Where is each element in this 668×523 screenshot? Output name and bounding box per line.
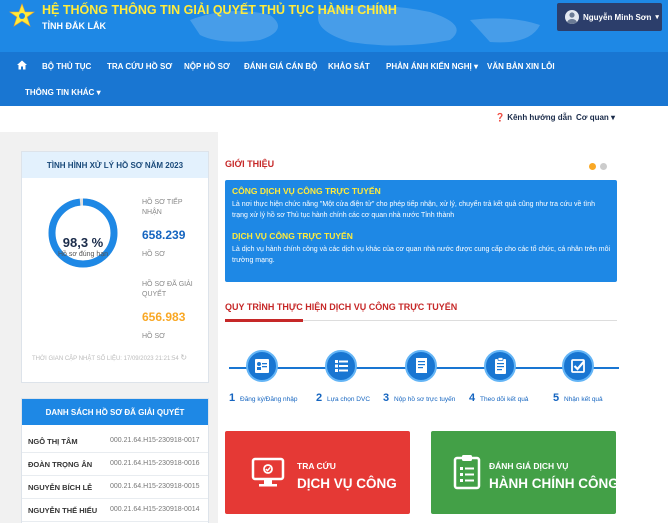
nav-item-feedback-label: PHẢN ÁNH KIẾN NGHỊ — [386, 62, 472, 71]
ontime-label: Hồ sơ đúng hạn — [57, 251, 109, 258]
id-card-icon — [255, 359, 269, 373]
divider-accent — [225, 319, 303, 322]
user-name: Nguyễn Minh Sơn — [583, 12, 652, 22]
list-item-code: 000.21.64.H15-230918-0016 — [110, 460, 200, 467]
lookup-service-small: TRA CỨU — [297, 461, 336, 471]
received-label: HỒ SƠ TIẾP NHẬN — [142, 198, 183, 218]
site-title: HỆ THỐNG THÔNG TIN GIẢI QUYẾT THỦ TỤC HÀ… — [42, 3, 397, 17]
intro-box-text-1: Là nơi thực hiện chức năng "Một cửa điện… — [232, 201, 596, 219]
document-icon — [416, 358, 427, 373]
step-4-label: Theo dõi kết quả — [480, 396, 529, 403]
chevron-down-icon: ▾ — [611, 113, 616, 122]
step-2-number: 2 — [316, 392, 323, 404]
chevron-down-icon: ▾ — [655, 14, 659, 21]
list-item-code: 000.21.64.H15-230918-0014 — [110, 506, 200, 513]
site-header: HỆ THỐNG THÔNG TIN GIẢI QUYẾT THỦ TỤC HÀ… — [0, 0, 668, 52]
step-2-circle — [325, 350, 357, 382]
received-unit: HỒ SƠ — [142, 251, 166, 258]
list-item-name: NGUYỄN BÍCH LỄ — [28, 483, 93, 492]
intro-box-title-2: DỊCH VỤ CÔNG TRỰC TUYẾN — [232, 231, 353, 241]
step-5-label: Nhận kết quả — [564, 396, 603, 403]
ontime-gauge — [48, 198, 118, 268]
resolved-list-title: DANH SÁCH HỒ SƠ ĐÃ GIẢI QUYẾT — [22, 399, 208, 425]
guide-label: Kênh hướng dẫn — [507, 113, 573, 122]
clipboard-icon — [495, 357, 506, 374]
list-item-code: 000.21.64.H15-230918-0015 — [110, 483, 200, 490]
rate-service-button[interactable]: ĐÁNH GIÁ DỊCH VỤ HÀNH CHÍNH CÔNG — [431, 431, 616, 514]
list-item[interactable]: NGÔ THỊ TÂM 000.21.64.H15-230918-0017 — [22, 430, 208, 453]
monitor-icon — [251, 457, 285, 487]
step-5-number: 5 — [553, 392, 560, 404]
step-2-label: Lựa chọn DVC — [327, 396, 371, 403]
agency-dropdown[interactable]: Cơ quan ▾ — [576, 113, 615, 122]
resolved-label-line2: QUYẾT — [142, 291, 167, 298]
carousel-dot[interactable] — [600, 163, 607, 170]
question-icon: ❓ — [495, 113, 505, 122]
home-icon[interactable] — [17, 60, 27, 70]
ontime-percent: 98,3 % — [62, 235, 104, 250]
chevron-down-icon: ▾ — [96, 88, 101, 97]
resolved-label: HỒ SƠ ĐÃ GIẢI QUYẾT — [142, 280, 193, 300]
site-subtitle: TỈNH ĐẮK LẮK — [42, 21, 106, 31]
nav-item-other-info[interactable]: THÔNG TIN KHÁC ▾ — [25, 88, 101, 97]
step-3-number: 3 — [383, 392, 390, 404]
list-icon — [335, 360, 348, 372]
lookup-service-button[interactable]: TRA CỨU DỊCH VỤ CÔNG — [225, 431, 410, 514]
intro-box-text-2: Là dịch vụ hành chính công và các dịch v… — [232, 246, 611, 264]
nav-item-rate-staff[interactable]: ĐÁNH GIÁ CÁN BỘ — [244, 62, 317, 71]
refresh-icon[interactable]: ↻ — [180, 353, 187, 362]
last-updated: THỜI GIAN CẬP NHẬT SỐ LIỆU: 17/09/2023 2… — [32, 353, 187, 362]
rate-service-big: HÀNH CHÍNH CÔNG — [489, 476, 616, 491]
nav-item-other-label: THÔNG TIN KHÁC — [25, 88, 95, 97]
step-5-circle — [562, 350, 594, 382]
user-menu-button[interactable]: Nguyễn Minh Sơn ▾ — [557, 3, 662, 31]
guide-link[interactable]: ❓ Kênh hướng dẫn — [495, 113, 572, 122]
resolved-list-panel: DANH SÁCH HỒ SƠ ĐÃ GIẢI QUYẾT NGÔ THỊ TÂ… — [21, 398, 209, 523]
nav-item-submit[interactable]: NỘP HỒ SƠ — [184, 62, 230, 71]
intro-title: GIỚI THIỆU — [225, 159, 275, 169]
clipboard-checklist-icon — [453, 455, 481, 490]
step-4-circle — [484, 350, 516, 382]
step-1-label: Đăng ký/Đăng nhập — [240, 396, 298, 403]
nav-item-lookup[interactable]: TRA CỨU HỒ SƠ — [107, 62, 172, 71]
agency-label: Cơ quan — [576, 113, 609, 122]
list-item-name: NGUYỄN THẾ HIẾU — [28, 506, 98, 515]
received-value: 658.239 — [142, 228, 186, 242]
logo-icon — [9, 3, 35, 27]
intro-box-title-1: CÔNG DỊCH VỤ CÔNG TRỰC TUYẾN — [232, 186, 381, 196]
list-item-name: ĐOÀN TRỌNG ÂN — [28, 460, 93, 469]
nav-item-feedback[interactable]: PHẢN ÁNH KIẾN NGHỊ ▾ — [386, 62, 478, 71]
resolved-value: 656.983 — [142, 310, 186, 324]
step-1-circle — [246, 350, 278, 382]
nav-item-survey[interactable]: KHẢO SÁT — [328, 62, 370, 71]
step-3-circle — [405, 350, 437, 382]
last-updated-text: THỜI GIAN CẬP NHẬT SỐ LIỆU: 17/09/2023 2… — [32, 356, 179, 362]
resolved-label-line1: HỒ SƠ ĐÃ GIẢI — [142, 281, 193, 288]
stats-panel-title: TÌNH HÌNH XỬ LÝ HỒ SƠ NĂM 2023 — [22, 152, 208, 178]
list-item[interactable]: ĐOÀN TRỌNG ÂN 000.21.64.H15-230918-0016 — [22, 453, 208, 476]
lookup-service-big: DỊCH VỤ CÔNG — [297, 476, 397, 491]
received-label-line2: NHẬN — [142, 209, 162, 216]
list-item-code: 000.21.64.H15-230918-0017 — [110, 437, 200, 444]
step-3-label: Nộp hồ sơ trực tuyến — [394, 396, 456, 403]
carousel-dot-active[interactable] — [589, 163, 596, 170]
step-4-number: 4 — [469, 392, 476, 404]
nav-item-apology[interactable]: VĂN BẢN XIN LỖI — [487, 62, 555, 71]
step-1-number: 1 — [229, 392, 236, 404]
checkbox-icon — [571, 359, 585, 373]
list-item-name: NGÔ THỊ TÂM — [28, 437, 78, 446]
main-nav — [0, 52, 668, 106]
list-item[interactable]: NGUYỄN BÍCH LỄ 000.21.64.H15-230918-0015 — [22, 476, 208, 499]
rate-service-small: ĐÁNH GIÁ DỊCH VỤ — [489, 461, 569, 471]
process-title: QUY TRÌNH THỰC HIỆN DỊCH VỤ CÔNG TRỰC TU… — [225, 302, 458, 312]
received-label-line1: HỒ SƠ TIẾP — [142, 199, 183, 206]
nav-item-procedures[interactable]: BỘ THỦ TỤC — [42, 62, 91, 71]
chevron-down-icon: ▾ — [474, 62, 479, 71]
resolved-unit: HỒ SƠ — [142, 333, 166, 340]
list-item[interactable]: NGUYỄN THẾ HIẾU 000.21.64.H15-230918-0014 — [22, 499, 208, 522]
avatar — [565, 10, 579, 24]
